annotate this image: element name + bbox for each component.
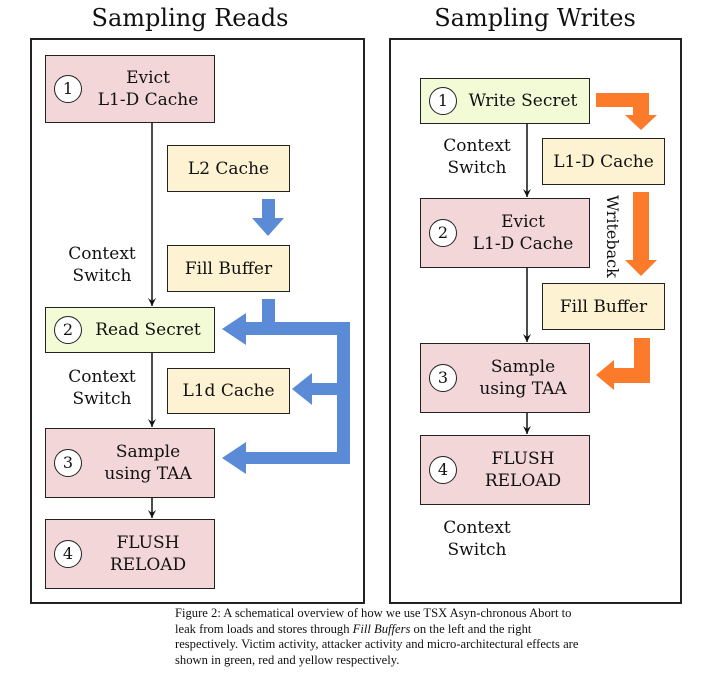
orange-arrow-fillbuffer-to-sample [596,338,650,390]
writes-context-switch-label-1: Context Switch [443,136,511,178]
step-label-line1: Sample [115,442,181,462]
figure-caption: Figure 2: A schematical overview of how … [175,606,579,667]
effect-label: L2 Cache [187,158,270,179]
step-label-line2: RELOAD [484,471,562,491]
reads-step-4-flush-reload: 4 FLUSH RELOAD [45,519,215,589]
effect-label: Fill Buffer [184,258,273,279]
step-label-line1: Evict [501,212,545,232]
reads-context-switch-label-1: Context Switch [68,244,136,286]
blue-arrow-l2-to-fillbuffer [252,199,284,236]
reads-step-3-sample-taa: 3 Sample using TAA [45,428,215,498]
writes-effect-fill-buffer: Fill Buffer [542,283,665,330]
writes-step-2-evict-l1d: 2 Evict L1-D Cache [420,198,590,268]
step-label: Write Secret [468,91,578,111]
reads-step-1-evict-l1d: 1 Evict L1-D Cache [45,55,215,123]
effect-label: Fill Buffer [559,296,648,317]
step-number-badge: 2 [54,316,82,344]
step-number-badge: 3 [54,449,82,477]
reads-step-2-read-secret: 2 Read Secret [45,307,215,353]
orange-arrow-write-to-l1d [596,93,657,130]
step-label-line2: L1-D Cache [97,90,199,110]
step-label-line1: FLUSH [491,449,555,469]
step-number-badge: 4 [54,540,82,568]
step-label-line2: RELOAD [109,555,187,575]
step-number-badge: 4 [429,456,457,484]
writes-effect-l1d-cache: L1-D Cache [542,138,665,185]
step-label-line1: FLUSH [116,533,180,553]
effect-label: L1-D Cache [553,151,654,172]
writes-step-4-flush-reload: 4 FLUSH RELOAD [420,435,590,505]
step-number-badge: 1 [429,87,457,115]
reads-effect-l1d-cache: L1d Cache [167,368,290,414]
step-label-line2: using TAA [104,464,192,484]
caption-italic: Fill Buffers [352,621,411,636]
step-number-badge: 1 [54,75,82,103]
reads-context-switch-label-2: Context Switch [68,367,136,409]
writes-step-3-sample-taa: 3 Sample using TAA [420,343,590,413]
step-label-line1: Evict [126,68,170,88]
step-number-badge: 3 [429,364,457,392]
step-label-line2: using TAA [479,379,567,399]
step-label: Read Secret [95,320,201,340]
reads-effect-l2-cache: L2 Cache [167,145,290,192]
orange-arrow-writeback-to-fillbuffer [625,192,657,276]
writes-context-switch-label-2: Context Switch [443,518,511,560]
writeback-label: Writeback [603,195,622,278]
writes-step-1-write-secret: 1 Write Secret [420,78,590,124]
step-label-line1: Sample [490,357,556,377]
reads-effect-fill-buffer: Fill Buffer [167,245,290,292]
effect-label: L1d Cache [182,381,275,401]
step-label-line2: L1-D Cache [472,234,574,254]
step-number-badge: 2 [429,219,457,247]
